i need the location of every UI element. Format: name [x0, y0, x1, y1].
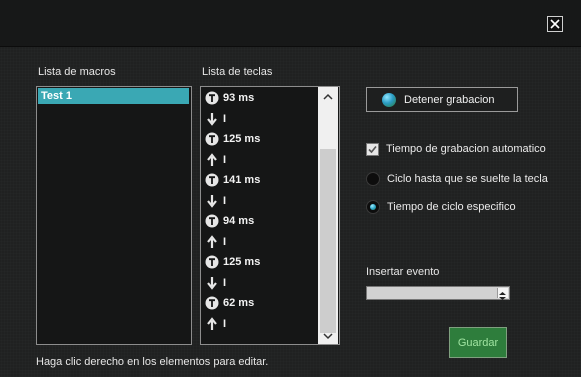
up-down-icon — [499, 292, 506, 300]
key-row[interactable]: 125 ms — [205, 129, 260, 149]
save-button[interactable]: Guardar — [449, 327, 507, 358]
key-row[interactable]: I — [205, 232, 226, 252]
arrow-up-icon — [205, 152, 219, 167]
scroll-down-button[interactable] — [318, 328, 338, 344]
key-row-text: 62 ms — [223, 297, 255, 309]
key-row-text: 93 ms — [223, 92, 255, 104]
key-row-text: I — [223, 317, 227, 330]
key-row[interactable]: I — [205, 150, 226, 170]
key-row[interactable]: 62 ms — [205, 293, 254, 313]
arrow-up-icon — [205, 234, 219, 249]
auto-time-option[interactable]: Tiempo de grabacion automatico — [366, 141, 546, 157]
close-icon — [550, 19, 560, 29]
insert-event-label: Insertar evento — [366, 266, 440, 278]
insert-event-combo[interactable] — [366, 286, 510, 300]
title-bar — [0, 0, 581, 47]
key-row-text: 125 ms — [223, 133, 261, 145]
macro-editor-window: Lista de macros Test 1 Lista de teclas 9… — [0, 0, 581, 377]
insert-event-value — [367, 292, 370, 303]
key-row[interactable]: 94 ms — [205, 211, 254, 231]
spin-buttons[interactable] — [497, 288, 508, 300]
timer-icon — [205, 173, 219, 187]
key-row-text: 141 ms — [223, 174, 261, 186]
arrow-down-icon — [205, 194, 219, 208]
timer-icon — [205, 91, 219, 105]
key-row[interactable]: 93 ms — [205, 88, 254, 108]
arrow-down-icon — [205, 112, 219, 126]
key-row-text: I — [223, 194, 227, 207]
specific-cycle-time-radio[interactable] — [366, 200, 380, 214]
key-row-text: 125 ms — [223, 256, 261, 268]
specific-cycle-time-option[interactable]: Tiempo de ciclo especifico — [366, 199, 516, 215]
key-row[interactable]: I — [205, 191, 226, 211]
keys-list[interactable]: 93 ms I 125 ms I 141 ms I 94 ms I 125 ms I 62 ms I — [200, 86, 340, 345]
keys-scrollbar[interactable] — [318, 87, 338, 344]
arrow-down-icon — [205, 276, 219, 290]
cycle-until-release-radio[interactable] — [366, 172, 380, 186]
key-row[interactable]: 141 ms — [205, 170, 260, 190]
stop-recording-button[interactable]: Detener grabacion — [366, 87, 518, 112]
auto-time-label: Tiempo de grabacion automatico — [386, 143, 546, 155]
key-row-text: I — [223, 153, 227, 166]
key-row-text: 94 ms — [223, 215, 255, 227]
hint-text: Haga clic derecho en los elementos para … — [36, 356, 269, 368]
macro-item[interactable]: Test 1 — [38, 88, 189, 104]
key-row[interactable]: I — [205, 273, 226, 293]
timer-icon — [205, 296, 219, 310]
scroll-up-button[interactable] — [318, 89, 338, 105]
key-row-text: I — [223, 276, 227, 289]
specific-cycle-time-label: Tiempo de ciclo especifico — [387, 201, 516, 213]
chevron-up-icon — [323, 93, 333, 100]
arrow-up-icon — [205, 316, 219, 331]
timer-icon — [205, 132, 219, 146]
record-indicator-icon — [382, 92, 396, 107]
stop-recording-label: Detener grabacion — [404, 93, 495, 106]
chevron-down-icon — [323, 333, 333, 340]
key-row-text: I — [223, 112, 227, 125]
key-row[interactable]: 125 ms — [205, 252, 260, 272]
timer-icon — [205, 214, 219, 228]
checkmark-icon — [368, 145, 377, 153]
macros-list-header: Lista de macros — [38, 66, 116, 78]
auto-time-checkbox[interactable] — [366, 142, 379, 156]
cycle-until-release-option[interactable]: Ciclo hasta que se suelte la tecla — [366, 171, 548, 187]
key-row[interactable]: I — [205, 314, 226, 334]
macros-list[interactable]: Test 1 — [36, 86, 192, 345]
close-button[interactable] — [547, 16, 563, 32]
keys-list-header: Lista de teclas — [202, 66, 273, 78]
key-row-text: I — [223, 235, 227, 248]
cycle-until-release-label: Ciclo hasta que se suelte la tecla — [387, 173, 548, 185]
timer-icon — [205, 255, 219, 269]
scroll-thumb[interactable] — [320, 149, 336, 333]
key-row[interactable]: I — [205, 109, 226, 129]
